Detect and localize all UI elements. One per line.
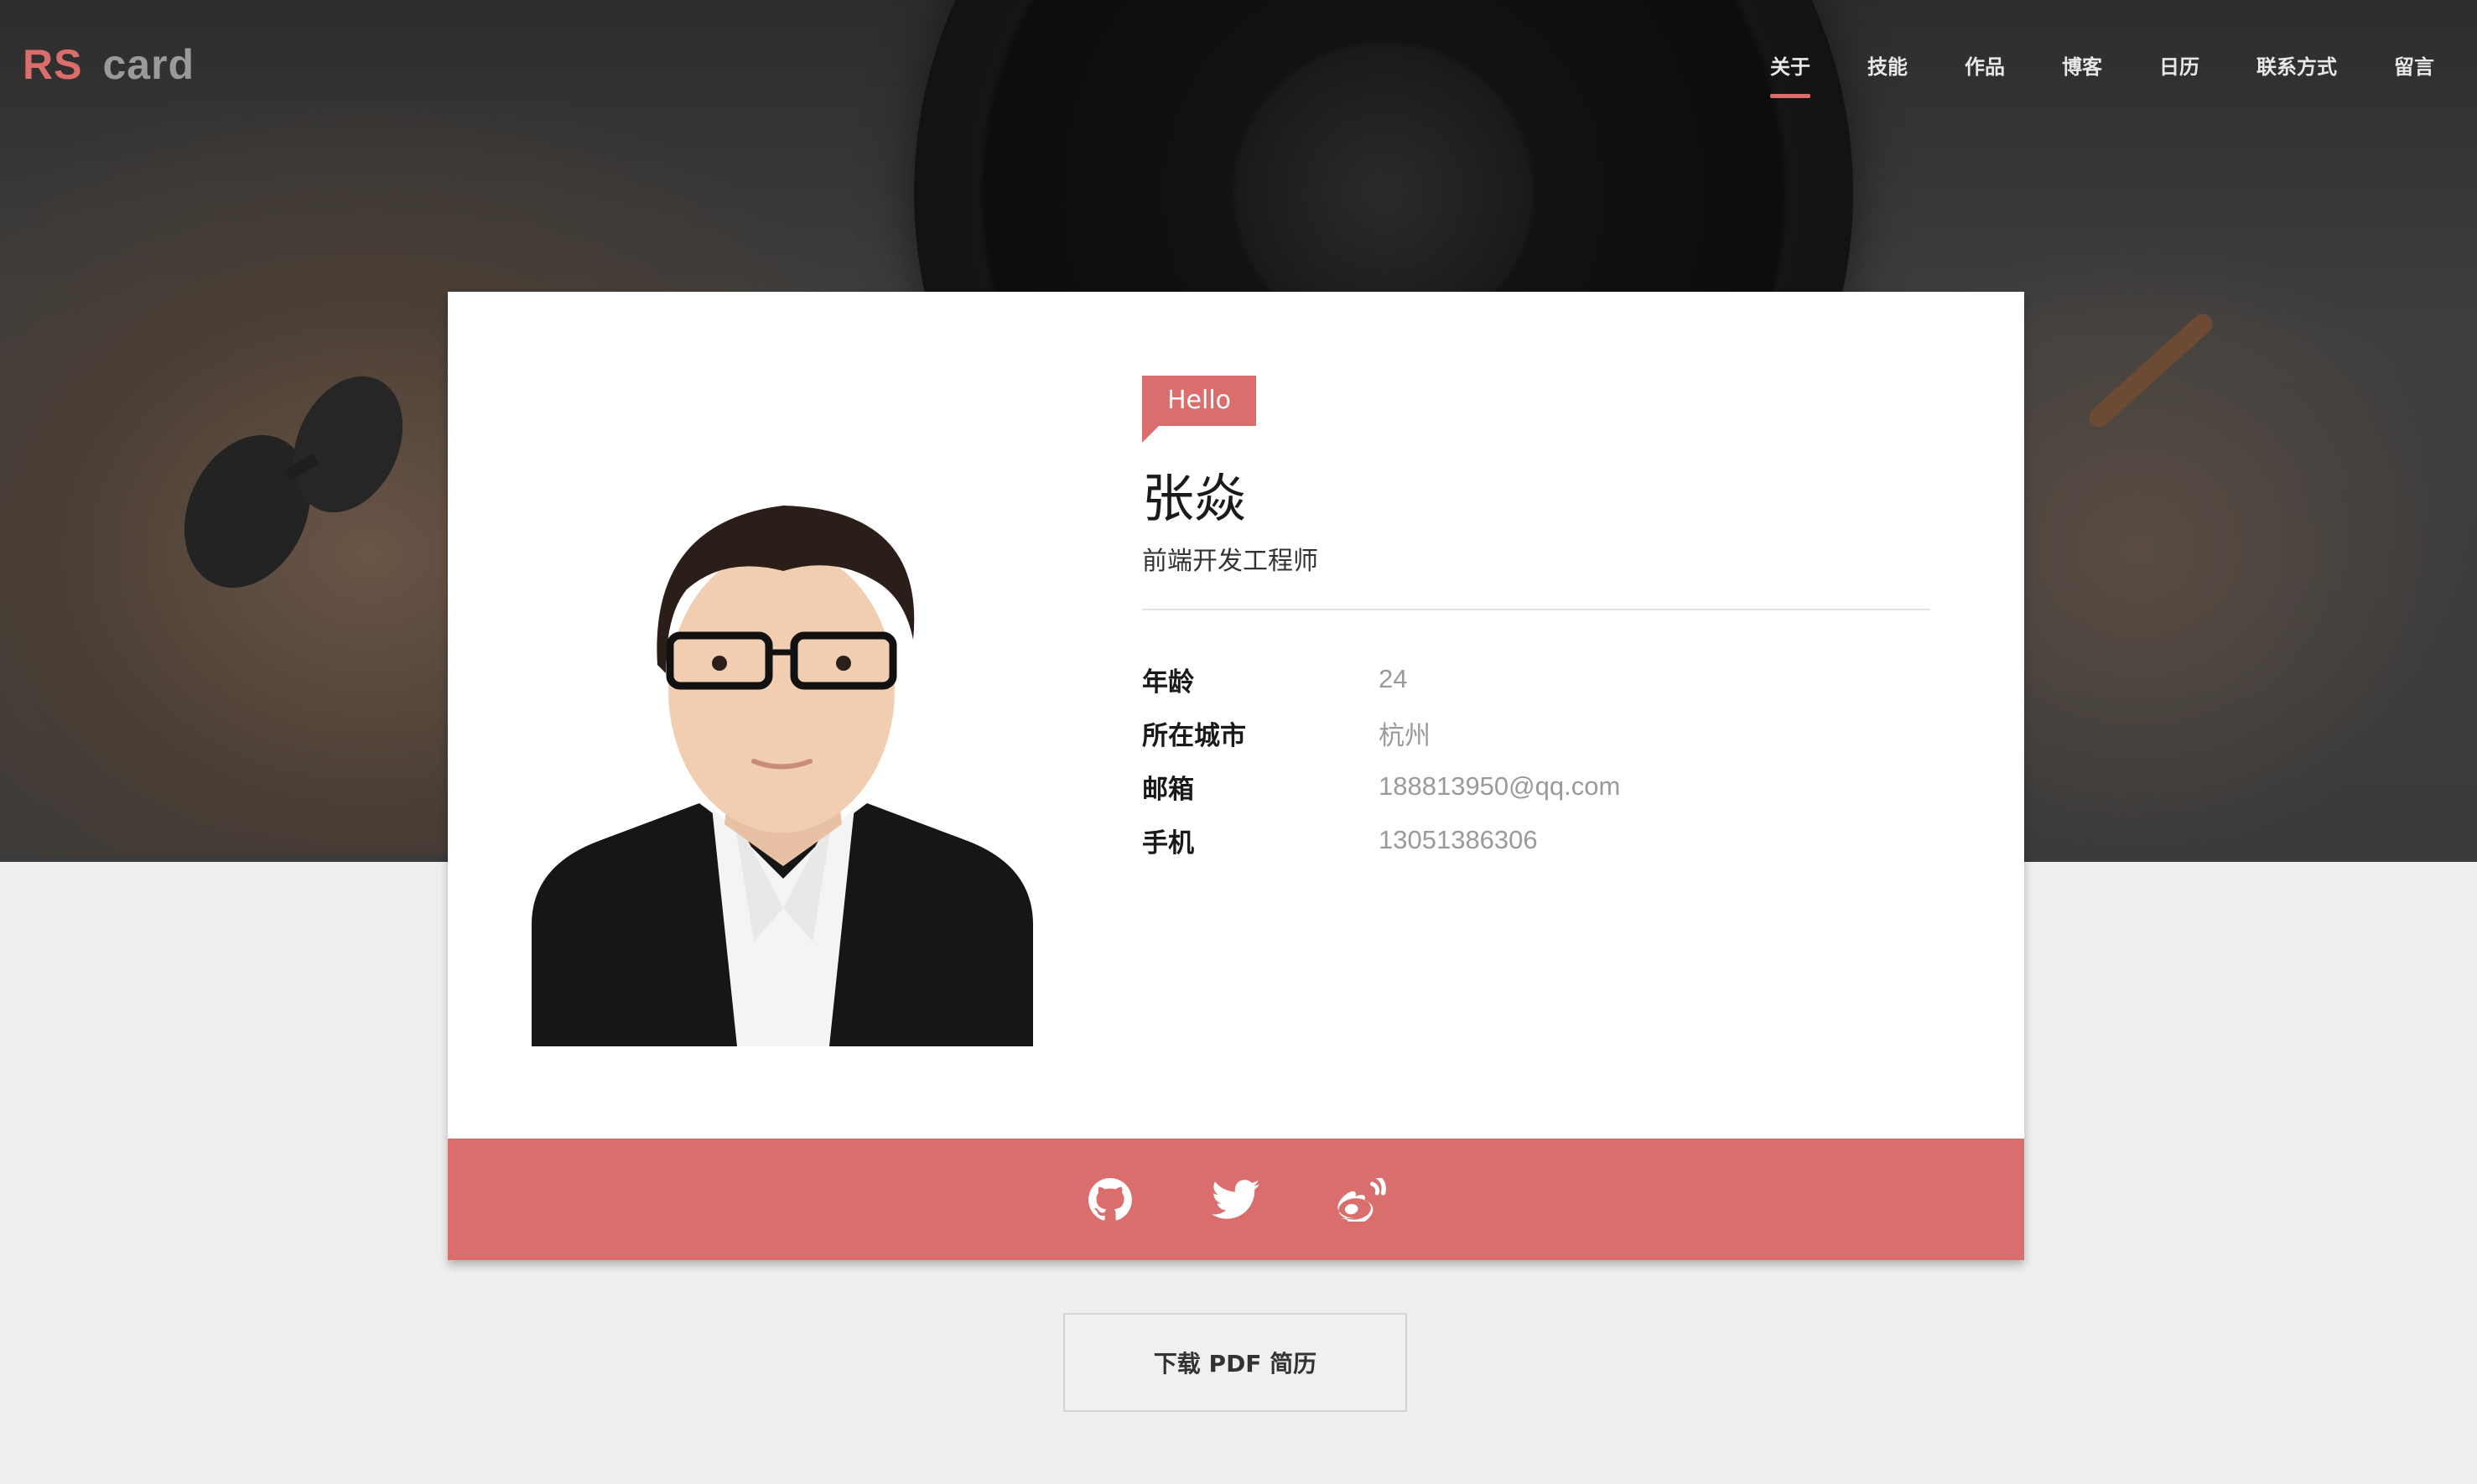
- twitter-icon[interactable]: [1211, 1175, 1261, 1225]
- profile-title: 前端开发工程师: [1142, 547, 1318, 576]
- nav-item-works[interactable]: 作品: [1965, 50, 2005, 98]
- detail-row-phone: 手机 13051386306: [1142, 813, 1930, 867]
- nav-item-about[interactable]: 关于: [1770, 50, 1810, 98]
- detail-row-age: 年龄 24: [1142, 652, 1930, 706]
- profile-details: 年龄 24 所在城市 杭州 邮箱 188813950@qq.com 手机 130…: [1142, 652, 1930, 867]
- detail-value[interactable]: 188813950@qq.com: [1379, 771, 1620, 802]
- profile-card: Hello 张焱 前端开发工程师 年龄 24 所在城市 杭州 邮箱 188813…: [448, 292, 2024, 1260]
- download-pdf-button[interactable]: 下载 PDF 简历: [1063, 1313, 1407, 1412]
- sunglasses-image: [184, 376, 403, 589]
- divider: [1142, 609, 1930, 610]
- detail-value: 杭州: [1379, 720, 1431, 750]
- nav-item-skills[interactable]: 技能: [1867, 50, 1908, 98]
- nav-item-message[interactable]: 留言: [2394, 50, 2434, 98]
- github-icon[interactable]: [1085, 1175, 1135, 1225]
- greeting-badge: Hello: [1142, 376, 1257, 443]
- nav-item-calendar[interactable]: 日历: [2159, 50, 2199, 98]
- brand-logo-part1: RS: [23, 41, 83, 88]
- detail-label: 所在城市: [1142, 720, 1246, 751]
- detail-label: 手机: [1142, 828, 1194, 859]
- nav-item-contact[interactable]: 联系方式: [2256, 50, 2337, 98]
- detail-row-city: 所在城市 杭州: [1142, 706, 1930, 760]
- profile-name: 张焱: [1142, 468, 1247, 529]
- detail-value[interactable]: 13051386306: [1379, 825, 1538, 855]
- weibo-icon[interactable]: [1337, 1175, 1387, 1225]
- social-bar: [448, 1139, 2024, 1260]
- detail-label: 邮箱: [1142, 774, 1194, 805]
- brand-logo-part2: card: [102, 41, 195, 88]
- brand-logo[interactable]: RS card: [23, 40, 195, 89]
- nav-item-blog[interactable]: 博客: [2062, 50, 2102, 98]
- detail-row-email: 邮箱 188813950@qq.com: [1142, 760, 1930, 813]
- detail-value: 24: [1379, 664, 1408, 693]
- profile-info: Hello 张焱 前端开发工程师 年龄 24 所在城市 杭州 邮箱 188813…: [1142, 376, 1930, 867]
- main-nav: 关于 技能 作品 博客 日历 联系方式 留言: [1713, 50, 2434, 98]
- profile-photo: [532, 472, 1033, 1046]
- detail-label: 年龄: [1142, 667, 1194, 698]
